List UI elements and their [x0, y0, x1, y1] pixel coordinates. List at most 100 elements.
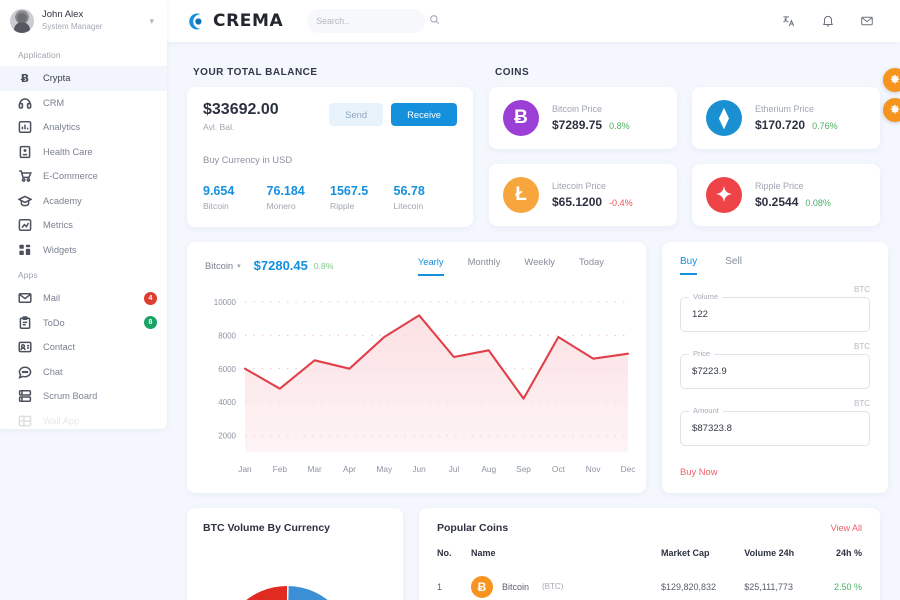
- area-chart-svg: 2000 4000 6000 8000 10000 Jan Feb Mar Apr May Jun J…: [214, 298, 636, 474]
- sidebar-item-label: Health Care: [43, 146, 93, 157]
- profile-name: John Alex: [42, 9, 84, 21]
- coin-text: Litecoin Price $65.1200 -0.4%: [552, 181, 633, 209]
- table-body: 1 Ƀ Bitcoin (BTC) $129,820,832 $25,111,773 2.5…: [437, 569, 862, 598]
- svg-text:May: May: [376, 464, 393, 474]
- sidebar-item-chat[interactable]: Chat: [0, 360, 167, 385]
- sidebar-item-crm[interactable]: CRM: [0, 91, 167, 116]
- table-column-header: No.: [437, 547, 452, 558]
- chart-change: 0.8%: [313, 260, 334, 271]
- balance-top: $33692.00 Avl. Bal. Send Receive: [203, 101, 457, 132]
- sidebar-item-academy[interactable]: Academy: [0, 189, 167, 214]
- buy-now-button[interactable]: Buy Now: [680, 466, 870, 477]
- sidebar-item-wall-app[interactable]: Wall App: [0, 409, 167, 430]
- currency-value: 56.78: [393, 183, 425, 198]
- currency-item: 76.184 Monero: [267, 184, 331, 211]
- coin-text: Ripple Price $0.2544 0.08%: [755, 181, 831, 209]
- cell-name: Ƀ Bitcoin (BTC): [471, 569, 661, 598]
- sidebar-item-e-commerce[interactable]: E-Commerce: [0, 164, 167, 189]
- input-wrapper: Price: [680, 348, 870, 389]
- coin-price-line: $170.720 0.76%: [755, 118, 838, 132]
- profile-header[interactable]: John Alex System Manager ▾: [0, 0, 167, 42]
- view-all-link[interactable]: View All: [831, 523, 862, 533]
- translate-icon[interactable]: [776, 8, 802, 34]
- coin-symbol-icon: ⧫: [706, 100, 742, 136]
- popular-coins-card: Popular Coins View All No. Name Market Cap…: [419, 507, 880, 600]
- table-column-header: Name: [471, 547, 496, 558]
- sidebar-item-analytics[interactable]: Analytics: [0, 115, 167, 140]
- sidebar-item-todo[interactable]: ToDo 8: [0, 311, 167, 336]
- coin-change: 0.8%: [609, 121, 630, 131]
- sidebar-item-crypta[interactable]: Ƀ Crypta: [0, 66, 167, 91]
- sidebar-item-widgets[interactable]: Widgets: [0, 238, 167, 263]
- coin-symbol-icon: ✦: [706, 177, 742, 213]
- chart-range-weekly[interactable]: Weekly: [524, 256, 555, 276]
- cart-icon: [18, 170, 32, 183]
- logo[interactable]: CREMA: [186, 11, 283, 32]
- coin-card[interactable]: Ł Litecoin Price $65.1200 -0.4%: [489, 164, 677, 226]
- chart-range-today[interactable]: Today: [579, 256, 604, 276]
- price-input[interactable]: [680, 353, 870, 389]
- search-box[interactable]: [307, 9, 440, 33]
- bottom-row: BTC Volume By Currency 30% Popular Coins…: [187, 507, 880, 600]
- coin-card[interactable]: ⧫ Etherium Price $170.720 0.76%: [692, 87, 880, 149]
- sidebar-item-label: Academy: [43, 195, 82, 206]
- coin-price-line: $65.1200 -0.4%: [552, 195, 633, 209]
- cell-no: 1: [437, 581, 443, 592]
- svg-text:Jan: Jan: [238, 464, 252, 474]
- sidebar-item-contact[interactable]: Contact: [0, 335, 167, 360]
- gear-icon[interactable]: [883, 98, 900, 122]
- receive-button[interactable]: Receive: [391, 103, 457, 126]
- floating-actions: [883, 68, 900, 122]
- sidebar-item-health-care[interactable]: Health Care: [0, 140, 167, 165]
- mail-icon[interactable]: [854, 8, 880, 34]
- coin-card[interactable]: Ƀ Bitcoin Price $7289.75 0.8%: [489, 87, 677, 149]
- svg-text:Jun: Jun: [412, 464, 426, 474]
- volume-input[interactable]: [680, 296, 870, 332]
- currency-value: 9.654: [203, 183, 235, 198]
- sidebar-item-metrics[interactable]: Metrics: [0, 213, 167, 238]
- svg-text:Jul: Jul: [449, 464, 460, 474]
- sidebar-item-mail[interactable]: Mail 4: [0, 286, 167, 311]
- search-icon[interactable]: [429, 12, 440, 30]
- bitcoin-icon: Ƀ: [18, 72, 32, 85]
- chart-range-monthly[interactable]: Monthly: [468, 256, 501, 276]
- trade-fields: BTCVolume BTCPrice BTCAmount: [680, 285, 870, 446]
- coin-card[interactable]: ✦ Ripple Price $0.2544 0.08%: [692, 164, 880, 226]
- logo-text: CREMA: [213, 11, 284, 31]
- coin-price: $0.2544: [755, 195, 799, 209]
- trade-tab-buy[interactable]: Buy: [680, 256, 698, 275]
- sidebar: John Alex System Manager ▾ Application Ƀ C…: [0, 0, 167, 429]
- chevron-down-icon[interactable]: ▾: [149, 16, 154, 27]
- chart-symbol[interactable]: Bitcoin: [205, 260, 233, 271]
- coin-price: $7289.75: [552, 118, 603, 132]
- gear-icon[interactable]: [883, 68, 900, 92]
- table-row[interactable]: 1 Ƀ Bitcoin (BTC) $129,820,832 $25,111,773 2.5…: [437, 569, 862, 598]
- chevron-down-icon[interactable]: ▾: [237, 262, 241, 270]
- svg-text:Ƀ: Ƀ: [21, 72, 29, 85]
- balance-section-title: YOUR TOTAL BALANCE: [193, 67, 318, 78]
- chart-range-tabs: Yearly Monthly Weekly Today: [417, 256, 628, 276]
- currency-value: 1567.5: [330, 183, 369, 198]
- coin-symbol-icon: Ƀ: [503, 100, 539, 136]
- svg-text:Feb: Feb: [273, 464, 288, 474]
- trade-tabs: Buy Sell: [680, 256, 870, 275]
- search-input[interactable]: [316, 16, 430, 26]
- top-row: YOUR TOTAL BALANCE $33692.00 Avl. Bal. S…: [187, 42, 880, 227]
- svg-text:Aug: Aug: [481, 464, 496, 474]
- send-button[interactable]: Send: [329, 103, 384, 126]
- sidebar-item-scrum-board[interactable]: Scrum Board: [0, 384, 167, 409]
- currency-name: Bitcoin: [203, 200, 229, 211]
- sidebar-item-label: Metrics: [43, 220, 73, 231]
- trade-tab-sell[interactable]: Sell: [725, 256, 742, 275]
- sidebar-item-badge: 4: [144, 291, 157, 305]
- amount-input[interactable]: [680, 410, 870, 446]
- svg-text:Nov: Nov: [586, 464, 602, 474]
- coin-price: $65.1200: [552, 195, 603, 209]
- chart-range-yearly[interactable]: Yearly: [417, 256, 444, 276]
- coin-name: Etherium Price: [755, 104, 815, 114]
- bell-icon[interactable]: [815, 8, 841, 34]
- trade-field-volume: BTC Volume: [680, 285, 870, 332]
- trade-field-price: BTC Price: [680, 342, 870, 389]
- chart-price: $7280.45: [253, 258, 308, 274]
- profile-role: System Manager: [42, 22, 103, 32]
